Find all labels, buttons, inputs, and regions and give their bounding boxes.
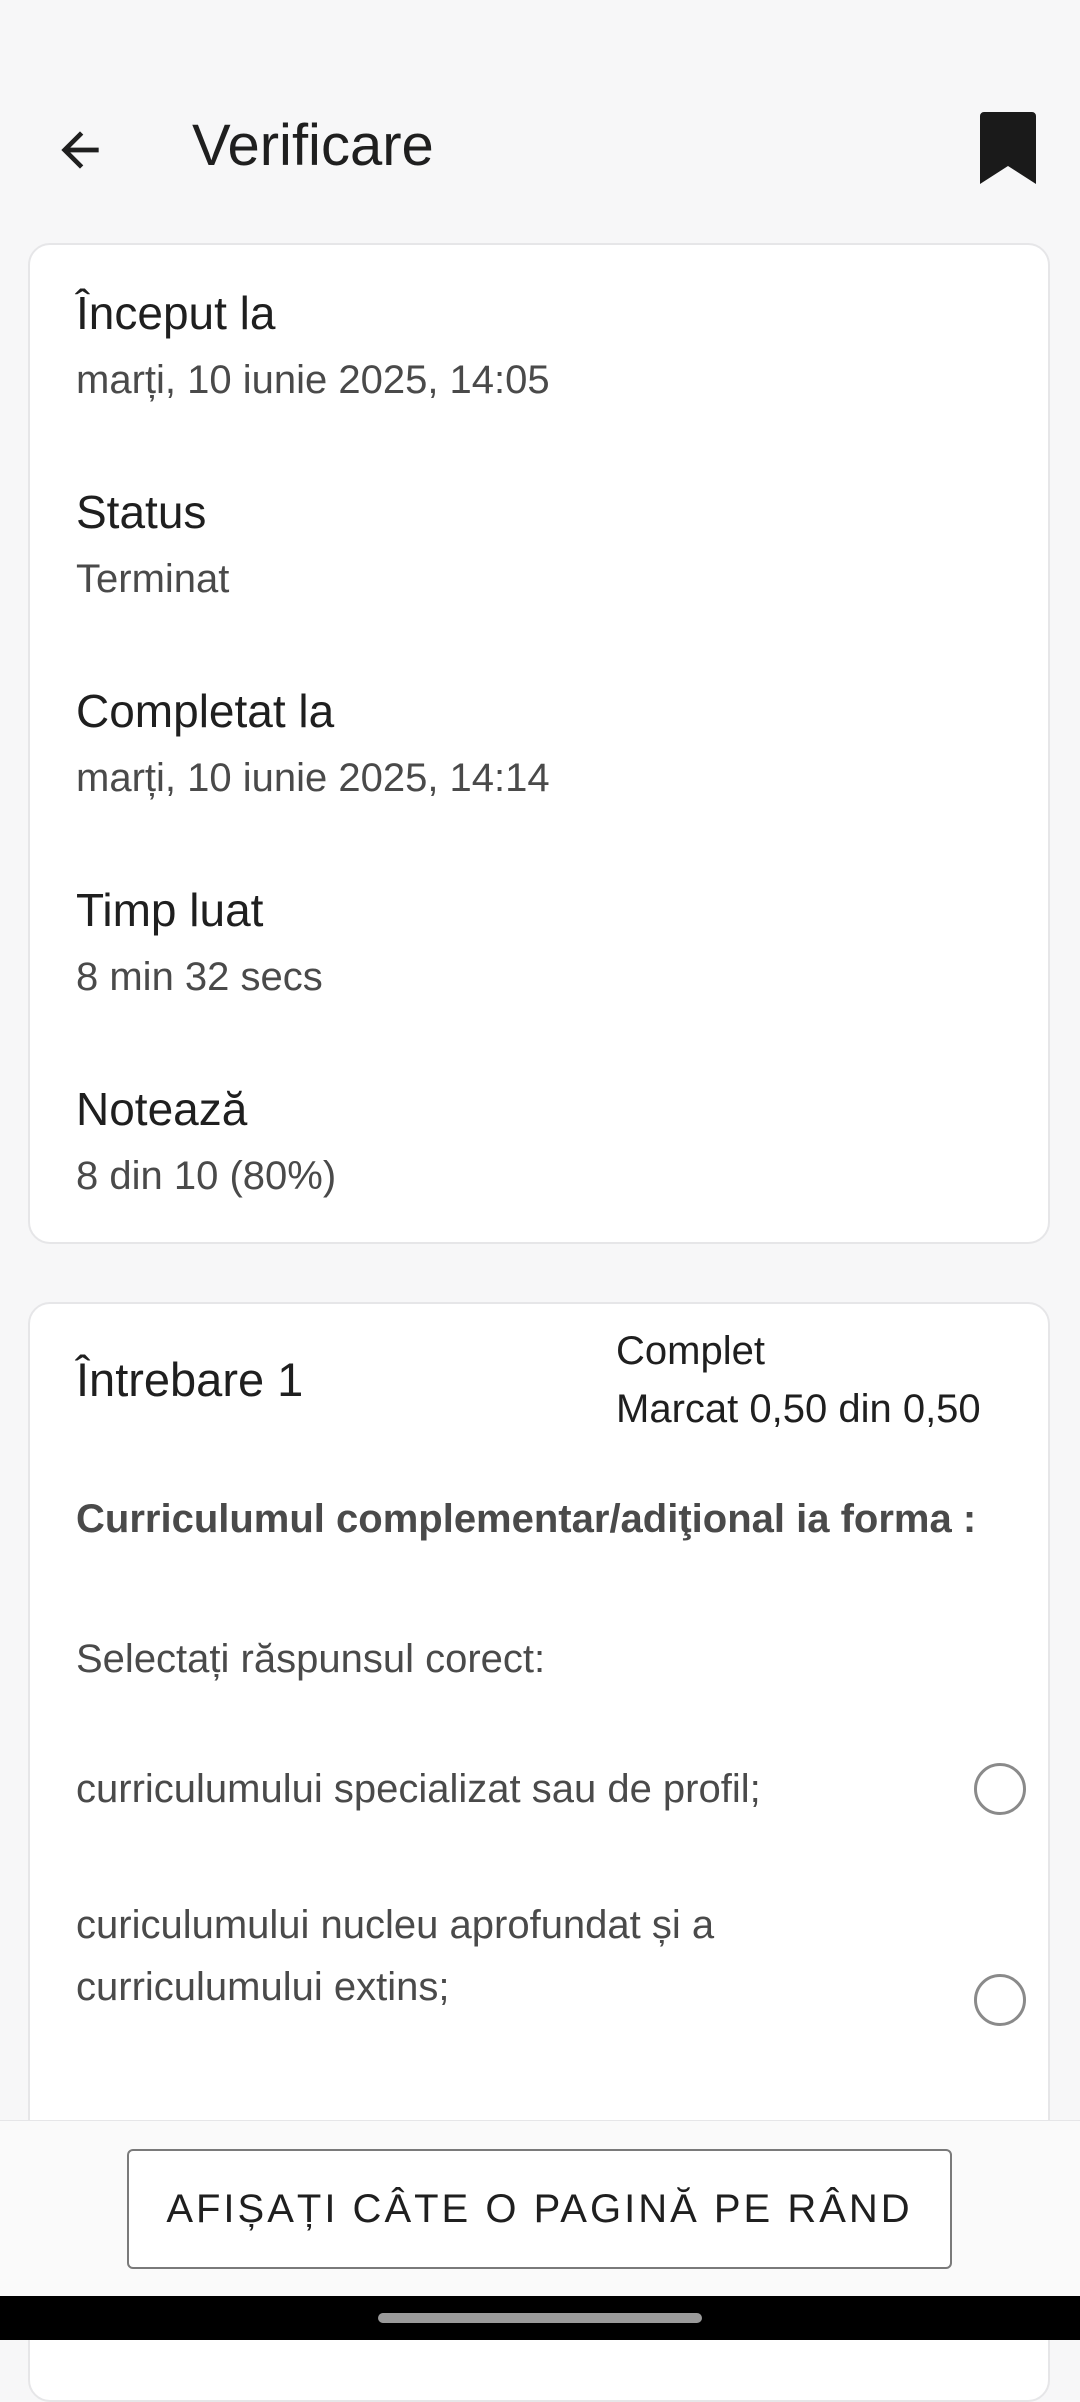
- question-text: Curriculumul complementar/adiţional ia f…: [76, 1497, 977, 1541]
- time-taken-value: 8 min 32 secs: [76, 955, 323, 999]
- question-title: Întrebare 1: [76, 1353, 304, 1406]
- app-header: Verificare: [0, 0, 1080, 230]
- completed-value: marți, 10 iunie 2025, 14:14: [76, 756, 550, 800]
- completed-label: Completat la: [76, 685, 335, 737]
- arrow-left-icon: [61, 131, 99, 169]
- bookmark-button[interactable]: [968, 108, 1048, 188]
- started-value: marți, 10 iunie 2025, 14:05: [76, 358, 550, 402]
- bottom-action-bar: AFIȘAȚI CÂTE O PAGINĂ PE RÂND: [0, 2120, 1080, 2297]
- question-state: Complet: [616, 1329, 765, 1373]
- page-title: Verificare: [192, 113, 434, 178]
- answer-option[interactable]: curriculumului specializat sau de profil…: [76, 1758, 1026, 1820]
- status-label: Status: [76, 486, 207, 538]
- question-status: Complet Marcat 0,50 din 0,50: [616, 1322, 981, 1438]
- time-taken-label: Timp luat: [76, 884, 264, 936]
- answer-option-label: curiculumului nucleu aprofundat și a cur…: [76, 1903, 715, 2009]
- started-label: Început la: [76, 287, 276, 339]
- status-field: Status Terminat: [76, 484, 229, 604]
- status-value: Terminat: [76, 557, 230, 601]
- answer-radio[interactable]: [974, 1974, 1026, 2026]
- started-field: Început la marți, 10 iunie 2025, 14:05: [76, 285, 550, 405]
- time-taken-field: Timp luat 8 min 32 secs: [76, 882, 323, 1002]
- attempt-summary-card: Început la marți, 10 iunie 2025, 14:05 S…: [28, 243, 1050, 1244]
- question-instruction: Selectați răspunsul corect:: [76, 1637, 546, 1681]
- grade-field: Notează 8 din 10 (80%): [76, 1081, 336, 1201]
- grade-value: 8 din 10 (80%): [76, 1154, 337, 1198]
- question-mark: Marcat 0,50 din 0,50: [616, 1387, 981, 1431]
- grade-label: Notează: [76, 1083, 248, 1135]
- back-button[interactable]: [40, 110, 120, 190]
- show-one-page-button[interactable]: AFIȘAȚI CÂTE O PAGINĂ PE RÂND: [127, 2149, 952, 2269]
- answer-option[interactable]: curiculumului nucleu aprofundat și a cur…: [76, 1894, 1026, 2026]
- completed-field: Completat la marți, 10 iunie 2025, 14:14: [76, 683, 550, 803]
- home-gesture-handle[interactable]: [378, 2313, 702, 2323]
- answer-radio[interactable]: [974, 1763, 1026, 1815]
- bookmark-icon: [980, 112, 1036, 184]
- answer-option-label: curriculumului specializat sau de profil…: [76, 1767, 761, 1811]
